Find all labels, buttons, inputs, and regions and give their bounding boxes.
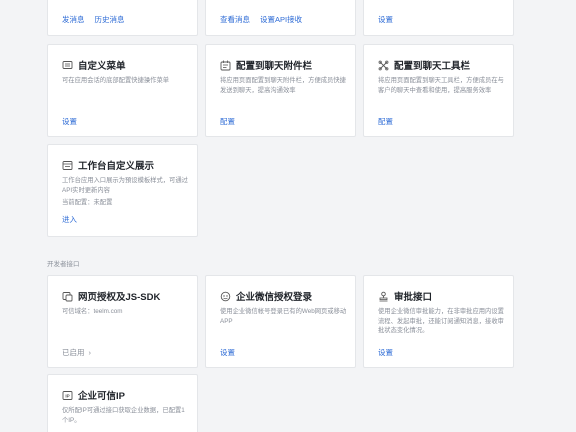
chat-toolbar-card: 配置到聊天工具栏 将应用页面配置到聊天工具栏，方便成员在与客户的聊天中查看和使用… <box>363 44 514 137</box>
web-auth-enabled-link[interactable]: 已启用 › <box>62 347 101 358</box>
attachment-panel-icon <box>220 60 231 71</box>
card-title: 配置到聊天附件栏 <box>236 61 313 72</box>
menu-icon <box>62 60 73 71</box>
card-description: 使用企业微信审批能力，在非审批应用内设置流程、发起审批，还能订阅通知消息，接收审… <box>378 308 504 334</box>
chat-attachment-card: 配置到聊天附件栏 将应用页面配置到聊天附件栏，方便成员快捷发送到聊天，提高沟通效… <box>205 44 356 137</box>
card-title: 自定义菜单 <box>78 61 126 72</box>
chevron-right-icon: › <box>88 348 92 357</box>
trusted-domain: 可信域名：teelm.com <box>62 308 123 315</box>
card-title: 配置到聊天工具栏 <box>394 61 471 72</box>
wecom-login-card: 企业微信授权登录 使用企业微信帐号登录已有的Web网页或移动APP 设置 <box>205 275 356 368</box>
card-description: 将应用页面配置到聊天工具栏，方便成员在与客户的聊天中查看和使用，提高服务效率 <box>378 77 504 94</box>
approval-api-card: 审批接口 使用企业微信审批能力，在非审批应用内设置流程、发起审批，还能订阅通知消… <box>363 275 514 368</box>
dev-interface-section-label: 开发者接口 <box>47 261 80 268</box>
send-message-link[interactable]: 发消息 <box>62 15 85 24</box>
set-api-receive-link[interactable]: 设置API接收 <box>260 15 302 24</box>
svg-text:IP: IP <box>65 393 69 398</box>
card-title: 企业可信IP <box>78 391 125 402</box>
view-message-link[interactable]: 查看消息 <box>220 15 250 24</box>
web-auth-icon <box>62 291 73 302</box>
trusted-ip-card: IP 企业可信IP 仅所配IP可通过接口获取企业数据，已配置1个IP。 <box>47 374 198 432</box>
card-description: 将应用页面配置到聊天附件栏，方便成员快捷发送到聊天，提高沟通效率 <box>220 77 346 94</box>
settings-link[interactable]: 设置 <box>378 15 393 24</box>
current-config: 当前配置：未配置 <box>62 199 113 206</box>
history-message-link[interactable]: 历史消息 <box>95 15 125 24</box>
card-title: 工作台自定义展示 <box>78 161 155 172</box>
settings-card: 设置 <box>363 0 514 36</box>
web-auth-card: 网页授权及JS-SDK 可信域名：teelm.com 已启用 › <box>47 275 198 368</box>
custom-menu-card: 自定义菜单 可在应用会话的底部配置快捷操作菜单 设置 <box>47 44 198 137</box>
wecom-login-settings-link[interactable]: 设置 <box>220 347 235 358</box>
toolbar-config-link[interactable]: 配置 <box>378 116 393 127</box>
card-description: 工作台应用入口展示为預设模板样式，可通过API实时更新内容 <box>62 177 188 194</box>
toolbar-icon <box>378 60 389 71</box>
wecom-login-icon <box>220 291 231 302</box>
custom-menu-settings-link[interactable]: 设置 <box>62 116 77 127</box>
enabled-status: 已启用 <box>62 348 85 357</box>
card-description: 使用企业微信帐号登录已有的Web网页或移动APP <box>220 308 347 325</box>
approval-icon <box>378 291 389 302</box>
workbench-card: 工作台自定义展示 工作台应用入口展示为預设模板样式，可通过API实时更新内容 当… <box>47 144 198 237</box>
attachment-config-link[interactable]: 配置 <box>220 116 235 127</box>
card-title: 网页授权及JS-SDK <box>78 292 161 303</box>
receive-message-card: 查看消息 设置API接收 <box>205 0 356 36</box>
message-card: 发消息 历史消息 <box>47 0 198 36</box>
card-title: 审批接口 <box>394 292 433 303</box>
workbench-icon <box>62 160 73 171</box>
approval-settings-link[interactable]: 设置 <box>378 347 393 358</box>
card-description: 可在应用会话的底部配置快捷操作菜单 <box>62 77 170 84</box>
trusted-ip-icon: IP <box>62 390 73 401</box>
workbench-enter-link[interactable]: 进入 <box>62 214 77 225</box>
card-description: 仅所配IP可通过接口获取企业数据，已配置1个IP。 <box>62 407 185 424</box>
card-title: 企业微信授权登录 <box>236 292 313 303</box>
